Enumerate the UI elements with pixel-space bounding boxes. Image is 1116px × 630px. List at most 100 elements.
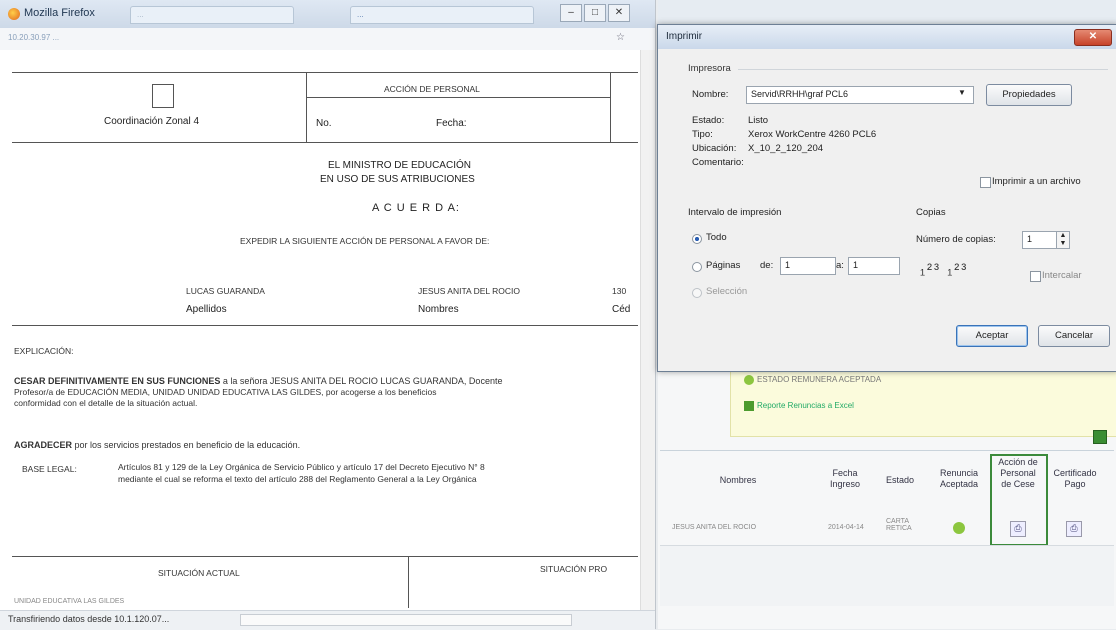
- cesar-line2: Profesor/a de EDUCACIÓN MEDIA, UNIDAD UN…: [14, 387, 437, 397]
- tipo-label: Tipo:: [692, 129, 713, 140]
- ministro-line1: EL MINISTRO DE EDUCACIÓN: [328, 160, 471, 171]
- vertical-scrollbar[interactable]: [640, 50, 655, 610]
- intercalar-label: Intercalar: [1042, 270, 1082, 281]
- todo-radio[interactable]: [692, 234, 702, 244]
- comentario-label: Comentario:: [692, 157, 744, 168]
- status-text: Transfiriendo datos desde 10.1.120.07...: [8, 614, 170, 624]
- cesar-line1: CESAR DEFINITIVAMENTE EN SUS FUNCIONES a…: [14, 376, 640, 387]
- url-text[interactable]: 10.20.30.97 ...: [8, 33, 59, 42]
- ministro-line2: EN USO DE SUS ATRIBUCIONES: [320, 174, 475, 185]
- explicacion-label: EXPLICACIÓN:: [14, 346, 74, 356]
- todo-label: Todo: [706, 232, 727, 243]
- paginas-radio[interactable]: [692, 262, 702, 272]
- de-label: de:: [760, 260, 774, 271]
- aceptar-button[interactable]: Aceptar: [956, 325, 1028, 347]
- agradecer-line: AGRADECER por los servicios prestados en…: [14, 440, 300, 451]
- printer-select[interactable]: Servid\RRHH\graf PCL6: [746, 86, 974, 104]
- col-fecha: Fecha Ingreso: [829, 468, 861, 489]
- a-label: a:: [836, 260, 844, 271]
- copias-label: Copias: [916, 207, 946, 218]
- panel-footer: [660, 545, 1114, 606]
- maximize-button[interactable]: □: [584, 4, 606, 22]
- chevron-down-icon[interactable]: ▼: [958, 88, 966, 97]
- estado-label: Estado:: [692, 115, 725, 126]
- printer-select-value: Servid\RRHH\graf PCL6: [751, 89, 849, 99]
- a-input[interactable]: 1: [848, 257, 900, 275]
- cancelar-button[interactable]: Cancelar: [1038, 325, 1110, 347]
- unidad-text: UNIDAD EDUCATIVA LAS GILDES: [14, 598, 125, 605]
- nombre-label: Nombre:: [692, 89, 729, 100]
- logo-box: [152, 84, 174, 108]
- fecha-label: Fecha:: [436, 118, 467, 129]
- base-legal-line2: mediante el cual se reforma el texto del…: [118, 474, 477, 484]
- acuerda-text: A C U E R D A:: [372, 202, 460, 214]
- ubicacion-value: X_10_2_120_204: [748, 143, 824, 154]
- coordinacion-label: Coordinación Zonal 4: [104, 116, 200, 127]
- browser-tab-2[interactable]: ...: [350, 6, 534, 24]
- de-input[interactable]: 1: [780, 257, 836, 275]
- expedir-text: EXPEDIR LA SIGUIENTE ACCIÓN DE PERSONAL …: [240, 236, 490, 246]
- imprimir-archivo-checkbox[interactable]: [980, 177, 991, 188]
- certificado-pdf-icon[interactable]: ⎙: [1066, 521, 1082, 537]
- window-title: Mozilla Firefox: [24, 7, 95, 19]
- cesar-bold: CESAR DEFINITIVAMENTE EN SUS FUNCIONES: [14, 376, 221, 386]
- print-dialog: Imprimir ✕ Impresora Nombre: Servid\RRHH…: [657, 24, 1116, 372]
- cedula-value: 130: [612, 286, 627, 296]
- col-renuncia: Renuncia Aceptada: [939, 468, 979, 489]
- url-bar[interactable]: 10.20.30.97 ... ☆: [0, 28, 655, 51]
- row-nombre: JESUS ANITA DEL ROCIO: [672, 524, 757, 531]
- base-legal-line1: Artículos 81 y 129 de la Ley Orgánica de…: [118, 462, 485, 472]
- apellidos-value: LUCAS GUARANDA: [186, 286, 265, 296]
- ubicacion-label: Ubicación:: [692, 143, 737, 154]
- col-nombres: Nombres: [719, 475, 757, 485]
- firefox-logo-icon: [8, 8, 20, 20]
- numero-copias-label: Número de copias:: [916, 234, 996, 245]
- browser-window: Mozilla Firefox ... ... – □ ✕ 10.20.30.9…: [0, 0, 656, 630]
- impresora-group: Impresora: [688, 63, 731, 74]
- browser-tab-1[interactable]: ...: [130, 6, 294, 24]
- base-legal-label: BASE LEGAL:: [22, 464, 77, 474]
- paginas-label: Páginas: [706, 260, 741, 271]
- bookmark-icon[interactable]: ☆: [616, 32, 625, 43]
- horizontal-scrollbar[interactable]: [240, 614, 572, 626]
- estado-message: ESTADO REMUNERA ACEPTADA: [744, 375, 881, 385]
- apellidos-label: Apellidos: [186, 304, 227, 315]
- row-fecha: 2014-04-14: [828, 524, 864, 531]
- col-accion: Acción de Personal de Cese: [998, 457, 1038, 489]
- check-icon: [744, 375, 754, 385]
- excel-icon: [744, 401, 754, 411]
- situacion-pro: SITUACIÓN PRO: [540, 564, 608, 574]
- copias-input[interactable]: 1: [1022, 231, 1060, 249]
- minimize-button[interactable]: –: [560, 4, 582, 22]
- excel-report-text[interactable]: Reporte Renuncias a Excel: [757, 401, 854, 410]
- renuncia-ok-icon: [953, 522, 965, 534]
- no-label: No.: [316, 118, 332, 129]
- seleccion-radio[interactable]: [692, 288, 702, 298]
- document-view: Coordinación Zonal 4 ACCIÓN DE PERSONAL …: [0, 50, 640, 610]
- close-button[interactable]: ✕: [608, 4, 630, 22]
- export-excel-icon[interactable]: [1093, 430, 1107, 444]
- nombres-label: Nombres: [418, 304, 459, 315]
- estado-text: ESTADO REMUNERA ACEPTADA: [757, 375, 882, 385]
- agradecer-bold: AGRADECER: [14, 440, 73, 450]
- dialog-close-button[interactable]: ✕: [1074, 29, 1112, 46]
- cesar-line3: conformidad con el detalle de la situaci…: [14, 398, 198, 408]
- col-certificado: Certificado Pago: [1053, 468, 1097, 489]
- copias-stepper[interactable]: ▲ ▼: [1056, 231, 1070, 249]
- intercalar-checkbox[interactable]: [1030, 271, 1041, 282]
- cesar-rest: a la señora JESUS ANITA DEL ROCIO LUCAS …: [220, 376, 503, 386]
- accion-pdf-icon[interactable]: ⎙: [1010, 521, 1026, 537]
- col-estado: Estado: [885, 475, 915, 485]
- agradecer-rest: por los servicios prestados en beneficio…: [72, 440, 301, 450]
- tipo-value: Xerox WorkCentre 4260 PCL6: [748, 129, 877, 140]
- situacion-actual: SITUACIÓN ACTUAL: [158, 568, 240, 578]
- propiedades-button[interactable]: Propiedades: [986, 84, 1072, 106]
- intervalo-label: Intervalo de impresión: [688, 207, 782, 218]
- accion-header: ACCIÓN DE PERSONAL: [384, 84, 480, 94]
- title-bar: Mozilla Firefox ... ... – □ ✕: [0, 0, 655, 29]
- row-estado: CARTA RETICA: [886, 518, 912, 532]
- estado-value: Listo: [748, 115, 769, 126]
- imprimir-archivo-label: Imprimir a un archivo: [992, 176, 1081, 187]
- excel-report-link[interactable]: Reporte Renuncias a Excel: [744, 401, 854, 411]
- cedula-label: Céd: [612, 304, 631, 315]
